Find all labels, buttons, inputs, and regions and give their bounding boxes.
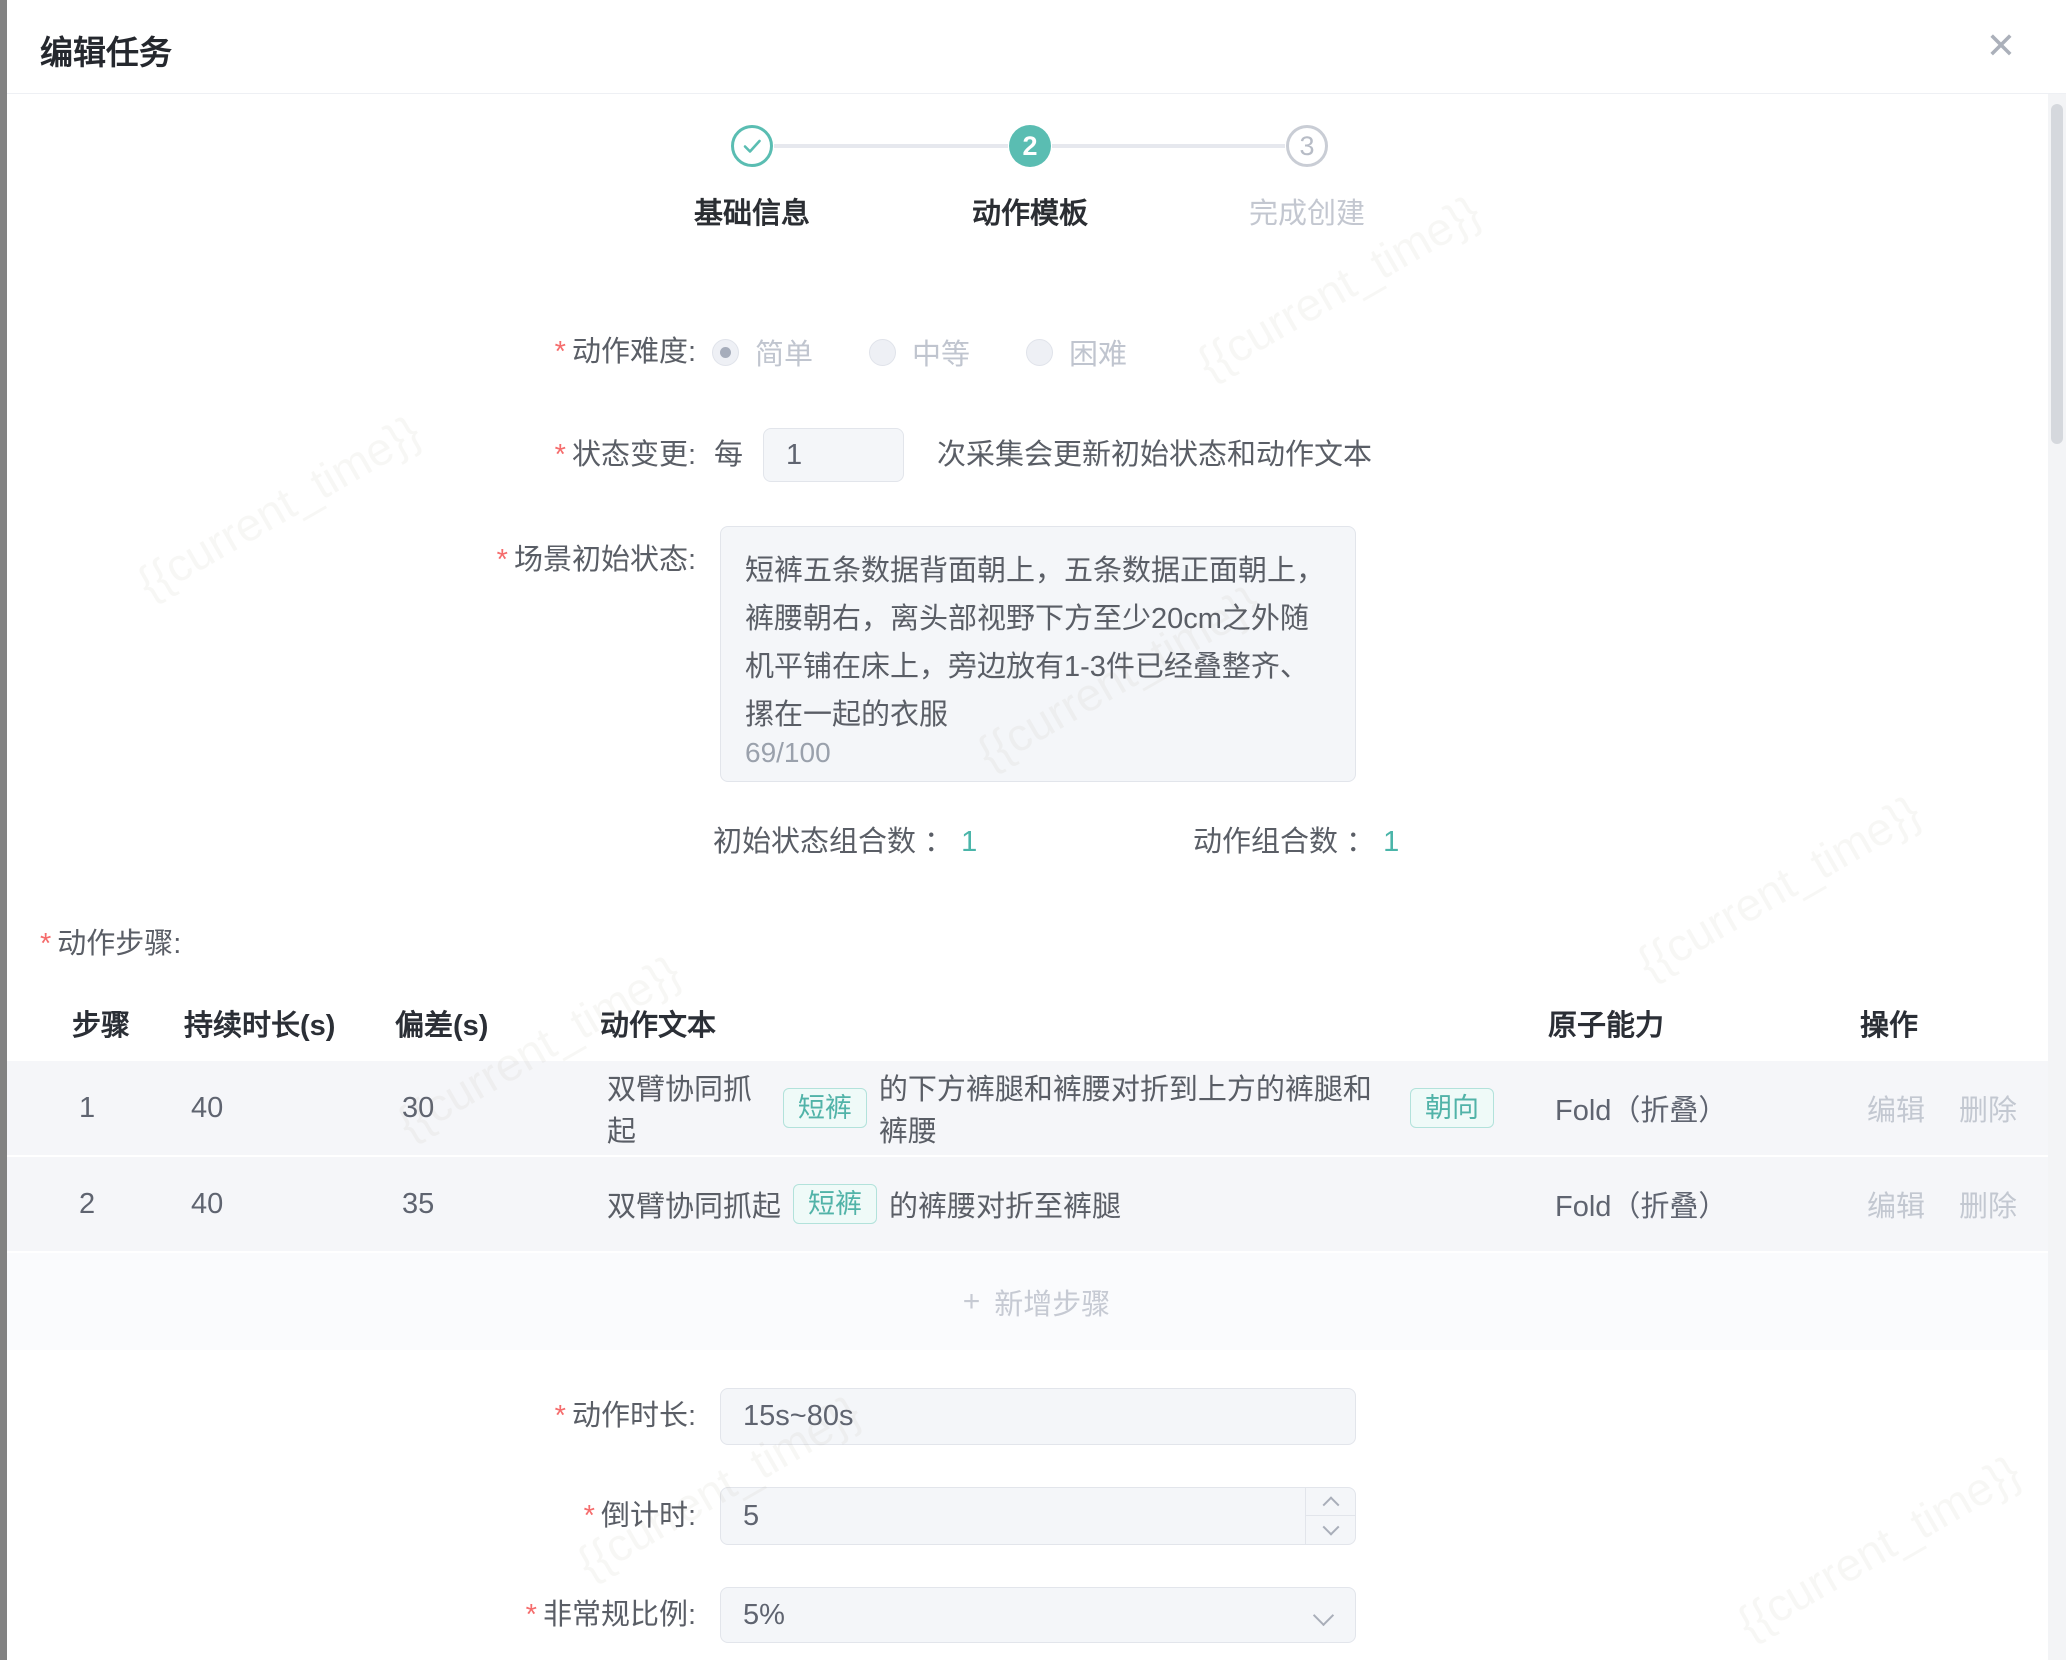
step2-circle: 2 xyxy=(1009,125,1051,167)
action-combo-count: 动作组合数 ：1 xyxy=(1193,822,1399,862)
required-asterisk: * xyxy=(526,1599,537,1631)
cell-operations: 编辑删除 xyxy=(1867,1061,2017,1155)
dialog-header: 编辑任务 ✕ xyxy=(0,0,2066,94)
keyword-tag: 短裤 xyxy=(783,1088,867,1128)
unusual-ratio-select[interactable]: 5% xyxy=(720,1587,1356,1643)
required-asterisk: * xyxy=(555,336,566,368)
close-icon[interactable]: ✕ xyxy=(1986,24,2016,68)
step-connector xyxy=(774,144,1008,148)
cell-duration: 40 xyxy=(191,1061,223,1155)
plus-icon: + xyxy=(963,1285,981,1319)
delete-link[interactable]: 删除 xyxy=(1959,1087,2017,1129)
required-asterisk: * xyxy=(555,439,566,471)
step1-label: 基础信息 xyxy=(632,190,872,232)
cell-ability: Fold（折叠） xyxy=(1555,1157,1727,1251)
cell-ability: Fold（折叠） xyxy=(1555,1061,1727,1155)
duration-label: *动作时长: xyxy=(0,1388,696,1445)
watermark: {{current_time}} xyxy=(1728,1444,2030,1649)
required-asterisk: * xyxy=(497,544,508,576)
state-change-label: *状态变更: xyxy=(0,428,696,482)
keyword-tag: 短裤 xyxy=(793,1184,877,1224)
action-text-segment: 双臂协同抓起 xyxy=(607,1066,771,1150)
delete-link[interactable]: 删除 xyxy=(1959,1183,2017,1225)
cell-step: 2 xyxy=(79,1157,95,1251)
countdown-value: 5 xyxy=(743,1488,759,1544)
difficulty-label: *动作难度: xyxy=(0,330,696,374)
cell-duration: 40 xyxy=(191,1157,223,1251)
action-text-segment: 的裤腰对折至裤腿 xyxy=(889,1183,1121,1225)
cell-deviation: 35 xyxy=(402,1157,434,1251)
edit-link[interactable]: 编辑 xyxy=(1867,1087,1925,1129)
radio-circle xyxy=(712,339,739,366)
cell-action-text: 双臂协同抓起短裤的下方裤腿和裤腰对折到上方的裤腿和裤腰朝向 xyxy=(607,1061,1506,1155)
table-row: 1 40 30 双臂协同抓起短裤的下方裤腿和裤腰对折到上方的裤腿和裤腰朝向 Fold（折… xyxy=(7,1061,2066,1155)
header-action-text: 动作文本 xyxy=(600,995,716,1057)
header-operations: 操作 xyxy=(1860,995,1918,1057)
initial-state-label: *场景初始状态: xyxy=(0,544,696,576)
step2-label: 动作模板 xyxy=(910,190,1150,232)
edit-link[interactable]: 编辑 xyxy=(1867,1183,1925,1225)
chevron-down-icon xyxy=(1322,1519,1339,1536)
unusual-ratio-label: *非常规比例: xyxy=(0,1587,696,1643)
required-asterisk: * xyxy=(584,1500,595,1532)
scrollbar-thumb[interactable] xyxy=(2051,104,2063,444)
countdown-input[interactable]: 5 xyxy=(720,1487,1356,1545)
background-edge xyxy=(0,0,7,1660)
char-counter: 69/100 xyxy=(745,737,831,769)
scrollbar-track[interactable] xyxy=(2048,94,2066,1660)
action-combo-value: 1 xyxy=(1383,826,1399,858)
radio-circle xyxy=(1026,339,1053,366)
state-change-prefix: 每 xyxy=(714,428,743,482)
header-duration: 持续时长(s) xyxy=(184,995,335,1057)
check-icon xyxy=(740,134,764,158)
cell-operations: 编辑删除 xyxy=(1867,1157,2017,1251)
number-spinner xyxy=(1305,1488,1355,1544)
step3-label: 完成创建 xyxy=(1187,190,1427,232)
increment-button[interactable] xyxy=(1306,1488,1355,1516)
cell-step: 1 xyxy=(79,1061,95,1155)
keyword-tag: 朝向 xyxy=(1410,1088,1494,1128)
step3-circle: 3 xyxy=(1286,125,1328,167)
action-steps-label: *动作步骤: xyxy=(40,920,181,962)
state-change-input[interactable]: 1 xyxy=(763,428,904,482)
radio-circle xyxy=(869,339,896,366)
step-connector xyxy=(1052,144,1285,148)
countdown-label: *倒计时: xyxy=(0,1487,696,1545)
state-change-suffix: 次采集会更新初始状态和动作文本 xyxy=(937,428,1372,482)
radio-simple[interactable]: 简单 xyxy=(712,331,813,373)
required-asterisk: * xyxy=(40,928,51,960)
cell-action-text: 双臂协同抓起短裤的裤腰对折至裤腿 xyxy=(607,1157,1506,1251)
header-ability: 原子能力 xyxy=(1548,995,1664,1057)
decrement-button[interactable] xyxy=(1306,1516,1355,1544)
initial-combo-count: 初始状态组合数 ：1 xyxy=(713,822,977,862)
required-asterisk: * xyxy=(555,1400,566,1432)
cell-deviation: 30 xyxy=(402,1061,434,1155)
step1-circle xyxy=(731,125,773,167)
unusual-ratio-value: 5% xyxy=(743,1599,785,1631)
header-deviation: 偏差(s) xyxy=(395,995,488,1057)
chevron-down-icon xyxy=(1313,1605,1334,1626)
initial-state-text: 短裤五条数据背面朝上，五条数据正面朝上，裤腰朝右，离头部视野下方至少20cm之外… xyxy=(721,527,1355,739)
action-text-segment: 双臂协同抓起 xyxy=(607,1183,781,1225)
watermark: {{current_time}} xyxy=(1628,784,1930,989)
action-text-segment: 的下方裤腿和裤腰对折到上方的裤腿和裤腰 xyxy=(879,1066,1398,1150)
difficulty-radio-group: 简单 中等 困难 xyxy=(712,330,1127,374)
table-row: 2 40 35 双臂协同抓起短裤的裤腰对折至裤腿 Fold（折叠） 编辑删除 xyxy=(7,1157,2066,1251)
radio-medium[interactable]: 中等 xyxy=(869,331,970,373)
initial-state-textarea[interactable]: 短裤五条数据背面朝上，五条数据正面朝上，裤腰朝右，离头部视野下方至少20cm之外… xyxy=(720,526,1356,782)
duration-input[interactable]: 15s~80s xyxy=(720,1388,1356,1445)
dialog-title: 编辑任务 xyxy=(40,26,172,74)
add-step-button[interactable]: + 新增步骤 xyxy=(7,1253,2066,1350)
radio-hard[interactable]: 困难 xyxy=(1026,331,1127,373)
header-step: 步骤 xyxy=(72,995,130,1057)
chevron-up-icon xyxy=(1322,1496,1339,1513)
initial-combo-value: 1 xyxy=(961,826,977,858)
